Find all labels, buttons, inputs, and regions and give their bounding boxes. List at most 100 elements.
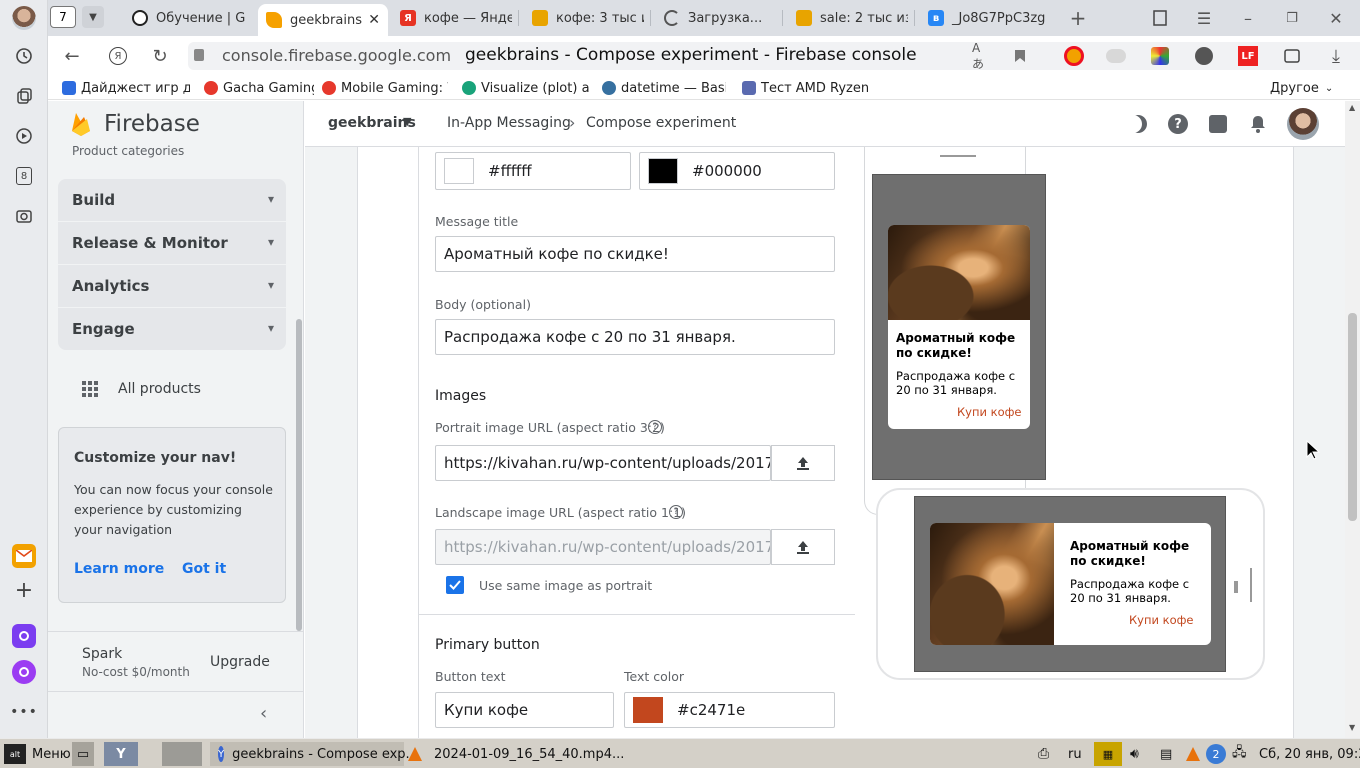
tab-active[interactable]: geekbrains ✕ [258,4,388,36]
bookmarks-icon[interactable] [1148,6,1172,30]
start-menu-button[interactable]: alt Меню [4,742,71,766]
nav-group-release-monitor[interactable]: Release & Monitor ▾ [58,222,286,264]
color-swatch[interactable] [633,697,663,723]
bookmark-1[interactable]: Дайджест игр дл [62,79,190,97]
tab-6[interactable]: sale: 2 тыс изо [796,4,908,32]
system-monitor-icon[interactable]: ▦ [1094,742,1122,766]
alice-icon[interactable] [12,660,36,684]
color-swatch[interactable] [444,158,474,184]
extension-shield-icon[interactable] [1062,44,1086,68]
collapse-sidebar-icon[interactable]: ‹ [260,703,267,724]
vlc-tray-icon[interactable] [1186,747,1200,761]
bookmark-icon[interactable] [1010,46,1030,66]
bookmark-4[interactable]: Visualize (plot) a N [462,79,590,97]
tab-count[interactable]: 7 [50,6,76,28]
preview-button[interactable]: Купи кофе [957,405,1022,419]
text-color-field[interactable]: #000000 [639,152,835,190]
background-color-field[interactable]: #ffffff [435,152,631,190]
collections-icon[interactable] [12,84,36,108]
extension-planet-icon[interactable] [1192,44,1216,68]
color-swatch[interactable] [648,158,678,184]
message-title-input[interactable]: Ароматный кофе по скидке! [435,236,835,272]
app-icon[interactable] [12,624,36,648]
nav-group-engage[interactable]: Engage ▾ [58,308,286,350]
upload-portrait-button[interactable] [771,445,835,481]
scrollbar-thumb[interactable] [1348,313,1357,521]
bookmarks-other[interactable]: Другое ⌄ [1270,79,1340,97]
landscape-url-input[interactable]: https://kivahan.ru/wp-content/uploads/20… [435,529,771,565]
tab-3[interactable]: Якофе — Яндек [400,4,512,32]
bookmark-2[interactable]: Gacha Gaming [204,79,314,97]
minimize-icon[interactable]: – [1236,6,1260,30]
profile-avatar-icon[interactable] [12,6,36,30]
all-products-link[interactable]: All products [118,381,201,397]
nav-group-analytics[interactable]: Analytics ▾ [58,265,286,307]
close-window-icon[interactable]: ✕ [1324,6,1348,30]
tab-4[interactable]: кофе: 3 тыс из [532,4,644,32]
help-icon[interactable]: ? [1167,113,1189,135]
url-field[interactable]: console.firebase.google.com geekbrains -… [188,41,1360,71]
updates-badge[interactable]: 2 [1206,744,1226,764]
volume-icon[interactable]: 🔊︎ [1130,742,1150,766]
dark-mode-icon[interactable] [1127,113,1149,135]
yandex-browser-icon[interactable]: Y [104,742,138,766]
got-it-button[interactable]: Got it [182,561,226,577]
upload-landscape-button[interactable] [771,529,835,565]
extension-weather-icon[interactable] [1104,44,1128,68]
keyboard-layout[interactable]: ru [1068,742,1082,766]
project-dropdown-icon[interactable]: ▼ [403,115,411,128]
history-icon[interactable] [12,44,36,68]
bookmark-6[interactable]: Тест AMD Ryzen 7 [742,79,870,97]
taskbar-window-video[interactable]: 2024-01-09_16_54_40.mp4... [404,742,624,766]
bookmark-3[interactable]: Mobile Gaming: W [322,79,448,97]
extension-color-icon[interactable] [1148,44,1172,68]
button-text-color-field[interactable]: #c2471e [624,692,835,728]
check-icon [449,580,461,590]
printer-icon[interactable]: ⎙ [1038,742,1056,766]
workspace-pager[interactable] [162,742,202,766]
video-icon[interactable] [12,124,36,148]
tab-1[interactable]: Обучение | G [132,4,252,32]
download-icon[interactable]: ⤓ [1324,44,1348,68]
breadcrumb-in-app-messaging[interactable]: In-App Messaging [447,115,571,131]
learn-more-link[interactable]: Learn more [74,561,164,577]
menu-icon[interactable]: ☰ [1192,6,1216,30]
back-icon[interactable]: ← [60,44,84,68]
more-icon[interactable]: ••• [10,700,37,724]
button-text-input[interactable]: Купи кофе [435,692,614,728]
screenshot-icon[interactable] [12,204,36,228]
clock[interactable]: Сб, 20 янв, 09:27 [1259,742,1360,766]
bookmark-5[interactable]: datetime — Basic [602,79,726,97]
add-icon[interactable]: + [12,578,36,603]
body-input[interactable]: Распродажа кофе с 20 по 31 января. [435,319,835,355]
tab-5[interactable]: Загрузка... [664,4,776,32]
upgrade-button[interactable]: Upgrade [210,654,270,670]
close-tab-icon[interactable]: ✕ [368,12,380,28]
reload-icon[interactable]: ↻ [148,44,172,68]
feedback-icon[interactable] [1207,113,1229,135]
account-avatar[interactable] [1287,108,1319,140]
taskbar-window-browser[interactable]: Ygeekbrains - Compose exp... [210,742,418,766]
tab-7[interactable]: в _Jo8G7PpC3zg [928,4,1046,32]
mail-icon[interactable] [12,544,36,568]
extensions-icon[interactable] [1280,44,1304,68]
new-tab-icon[interactable]: + [1066,6,1090,30]
notifications-icon[interactable] [1247,113,1269,135]
portrait-url-input[interactable]: https://kivahan.ru/wp-content/uploads/20… [435,445,771,481]
translate-icon[interactable]: Aあ [972,41,992,71]
extension-lf-icon[interactable]: LF [1236,44,1260,68]
help-icon[interactable]: ? [648,420,662,434]
chevron-down-icon[interactable]: ▼ [82,6,104,28]
same-image-checkbox[interactable] [446,576,464,594]
help-icon[interactable]: ? [669,505,683,519]
preview-button[interactable]: Купи кофе [1129,613,1194,627]
sidebar-scrollbar[interactable] [296,319,302,631]
nav-group-build[interactable]: Build ▾ [58,179,286,221]
clipboard-icon[interactable]: ▤ [1160,742,1180,766]
calendar-icon[interactable]: 8 [12,164,36,188]
restore-icon[interactable]: ❐ [1280,6,1304,30]
yandex-home-icon[interactable]: Я [106,44,130,68]
network-icon[interactable]: 🖧︎ [1232,742,1252,766]
page-scrollbar[interactable]: ▲ ▼ [1345,101,1360,738]
file-manager-icon[interactable]: ▭ [72,742,94,766]
